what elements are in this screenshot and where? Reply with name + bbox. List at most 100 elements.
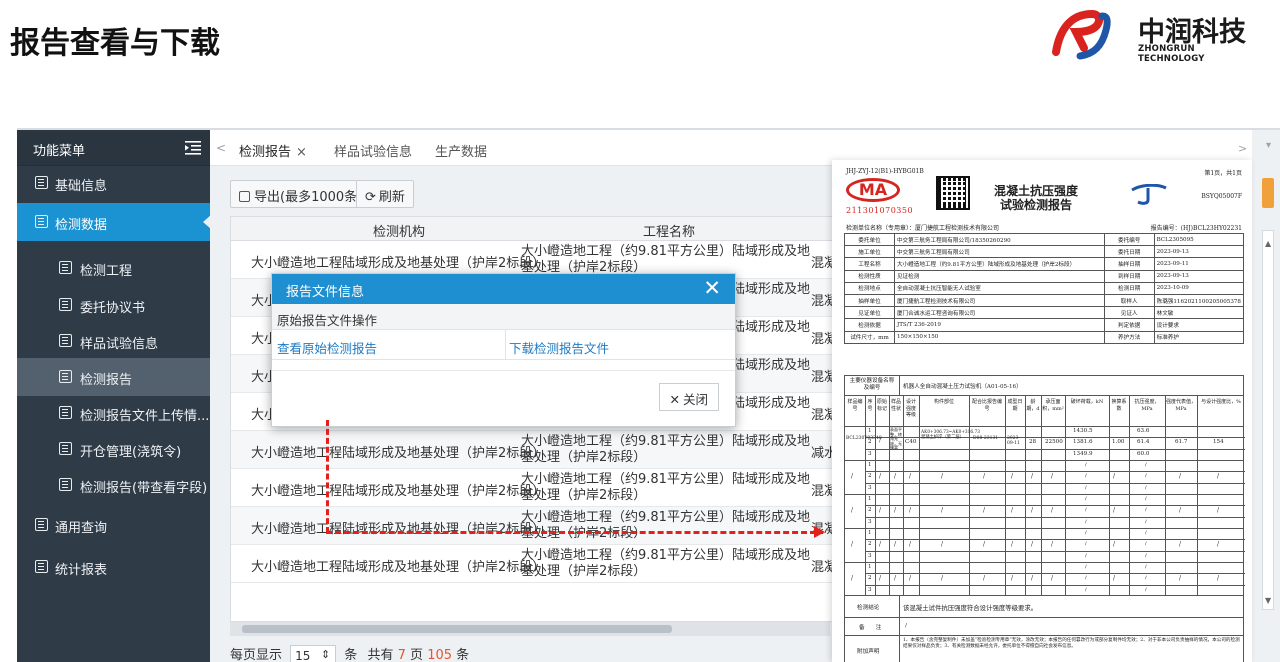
scroll-down-icon[interactable]: ▼ [1265, 596, 1271, 605]
side-action-button[interactable] [1262, 178, 1274, 208]
results-value: / [1011, 575, 1014, 582]
pager-page-label: 页 [410, 648, 424, 662]
tab-scroll-right-button[interactable]: > [1238, 142, 1247, 155]
list-icon [59, 406, 72, 419]
cell-org: 大小嶝造地工程陆域形成及地基处理（护岸2标段） [251, 256, 546, 271]
grid-line [865, 505, 1245, 507]
results-value: 2023-09-11 [1007, 436, 1020, 446]
list-icon [59, 298, 72, 311]
results-value: / [941, 507, 944, 514]
tab-sample-info[interactable]: 样品试验信息 [334, 141, 412, 160]
results-value: AK0+306.73~AK0+316.73混凝土护岸（第二层） [921, 430, 980, 440]
pager: 每页显示 15 ⇕ 条 共有 7 页 105 条 [230, 644, 469, 662]
results-value: / [1145, 552, 1147, 559]
company-logo: 中润科技 ZHONGRUN TECHNOLOGY [1050, 8, 1260, 64]
cma-number: 211301070350 [846, 206, 914, 215]
report-number: 报告编号：(HJ)BCL23HY02231 [1150, 225, 1242, 232]
results-value: 61.4 [1137, 439, 1150, 446]
results-value: / [983, 541, 986, 548]
report-field-value: JTS/T 236-2019 [893, 318, 1105, 332]
report-field-value: 设计要求 [1153, 318, 1245, 332]
sequence-number: 1 [868, 496, 872, 502]
report-field-row: 委托单位 中交第三航务工程局有限公司/18350260290 委托编号 BCL2305… [844, 232, 1245, 247]
results-value: / [983, 507, 986, 514]
horizontal-scrollbar[interactable] [230, 622, 830, 636]
sidebar-item-report-upload[interactable]: 检测报告文件上传情... [17, 394, 210, 432]
results-col-header: 设计强度等级 [905, 399, 916, 418]
grid-line [865, 448, 1245, 450]
report-field-value: 150×150×150 [893, 330, 1105, 344]
tab-close-icon[interactable]: × [296, 145, 307, 160]
tab-production-data[interactable]: 生产数据 [435, 141, 487, 160]
report-field-label: 判定依据 [1103, 318, 1155, 332]
results-value: 22500 [1045, 439, 1063, 445]
export-label: 导出(最多1000条) [254, 190, 363, 205]
sidebar-item-test-data[interactable]: 检测数据 [17, 203, 211, 241]
remark-value: / [905, 623, 907, 629]
tab-scroll-left-button[interactable]: < [216, 141, 226, 155]
results-value: / [941, 575, 944, 582]
results-value: / [879, 438, 881, 444]
results-value: 154 [1213, 439, 1224, 445]
sidebar-item-report-view-fields[interactable]: 检测报告(带查看字段) [17, 466, 210, 504]
results-value: 60.0 [1137, 450, 1150, 457]
menu-collapse-icon[interactable] [184, 140, 202, 156]
sidebar-item-label: 检测报告 [80, 373, 133, 388]
scrollbar-thumb[interactable] [242, 625, 672, 633]
pager-record-count: 105 [427, 648, 453, 662]
download-report-link[interactable]: 下载检测报告文件 [509, 338, 609, 357]
sidebar-item-label: 开仓管理(浇筑令) [80, 445, 182, 460]
grid-line [845, 460, 1243, 461]
results-value: / [1145, 496, 1147, 502]
grid-line [865, 516, 1245, 518]
sidebar-item-general-query[interactable]: 通用查询 [17, 506, 210, 544]
list-icon [35, 176, 48, 189]
results-value: 63.6 [1137, 428, 1150, 434]
sidebar-item-label: 样品试验信息 [80, 337, 159, 352]
export-button[interactable]: 导出(最多1000条) [230, 180, 372, 208]
results-value: D08-23131 [973, 436, 999, 441]
report-field-row: 抽样单位 厦门捷航工程检测技术有限公司 取样人 陈璐强1162021100205005… [844, 293, 1245, 308]
report-field-value: 2023-09-13 [1153, 245, 1245, 259]
sequence-number: 1 [868, 462, 872, 468]
results-value: / [1217, 541, 1220, 548]
results-col-header: 原始标记 [876, 399, 887, 412]
cell-project: 大小嶝造地工程（约9.81平方公里）陆域形成及地基处理（护岸2标段） [521, 548, 810, 579]
list-icon [59, 478, 72, 491]
results-value: / [1145, 575, 1147, 582]
dialog-close-button[interactable]: ✕ 关闭 [658, 383, 719, 411]
report-field-label: 养护方法 [1103, 330, 1155, 344]
sidebar-item-pour-order[interactable]: 开仓管理(浇筑令) [17, 430, 210, 468]
sidebar-item-stat-report[interactable]: 统计报表 [17, 548, 210, 586]
report-title-line1: 混凝土抗压强度 [994, 184, 1079, 198]
sequence-number: 2 [868, 541, 872, 548]
list-icon [35, 560, 48, 573]
results-grid: 样品编号 序号 原始标记 样品性状 设计强度等级 构件部位 配合比报告编号 成型日期 龄期，d 承… [844, 395, 1245, 596]
refresh-button[interactable]: ⟳ 刷新 [356, 180, 414, 208]
sequence-number: 3 [868, 552, 872, 559]
scroll-up-icon[interactable]: ▲ [1265, 239, 1271, 248]
results-value: 1381.6 [1073, 439, 1093, 446]
grid-line [865, 550, 1245, 552]
vertical-scrollbar[interactable]: ▲ ▼ [1262, 230, 1274, 610]
grid-line [865, 539, 1245, 541]
view-original-report-link[interactable]: 查看原始检测报告 [277, 338, 377, 357]
page-size-select[interactable]: 15 ⇕ [290, 644, 337, 662]
results-value: / [1031, 541, 1034, 548]
sidebar-item-test-project[interactable]: 检测工程 [17, 249, 210, 287]
sequence-number: 3 [868, 518, 872, 525]
report-field-value: 全自动混凝土抗压智能无人试验室 [893, 281, 1105, 295]
sidebar-item-test-report[interactable]: 检测报告 [17, 358, 210, 396]
dialog-close-icon[interactable]: ✕ [703, 276, 721, 300]
tab-test-report[interactable]: 检测报告 × [239, 141, 307, 160]
sidebar-item-agreement[interactable]: 委托协议书 [17, 286, 210, 324]
sequence-number: 2 [868, 575, 872, 582]
sidebar-item-basic-info[interactable]: 基础信息 [17, 164, 210, 202]
results-col-header: 龄期，d [1026, 399, 1040, 412]
tab-dropdown-button[interactable]: ▾ [1266, 140, 1271, 151]
doc-code: JHJ-ZYJ-12(B1)-HYBG01B [846, 168, 924, 175]
results-value: / [1145, 484, 1147, 491]
sidebar-item-sample-info[interactable]: 样品试验信息 [17, 322, 210, 360]
results-col-header: 序号 [867, 399, 873, 412]
dialog-section-title: 原始报告文件操作 [272, 304, 735, 330]
